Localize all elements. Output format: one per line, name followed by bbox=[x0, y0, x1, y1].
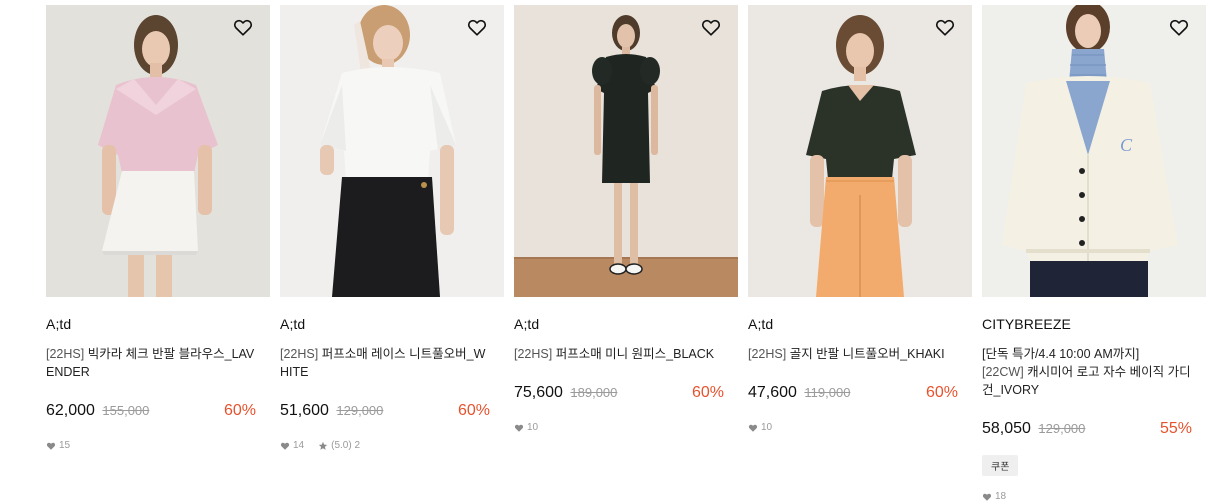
star-icon bbox=[318, 441, 328, 450]
rating-text: (5.0) 2 bbox=[331, 440, 361, 451]
sale-price: 62,000 bbox=[46, 402, 95, 419]
promo-line: [단독 특가/4.4 10:00 AM까지] bbox=[982, 347, 1140, 361]
likes-count: 10 bbox=[761, 422, 773, 433]
sale-price: 58,050 bbox=[982, 420, 1031, 437]
brand-name[interactable]: A;td bbox=[748, 316, 773, 332]
sale-price: 51,600 bbox=[280, 402, 329, 419]
likes-meta: 18 bbox=[982, 491, 1006, 502]
price-row: 58,050 129,000 55% bbox=[982, 420, 1192, 440]
title-text: 퍼프소매 미니 원피스_BLACK bbox=[555, 347, 715, 361]
likes-meta: 15 bbox=[46, 440, 70, 451]
title-prefix: [22CW] bbox=[982, 365, 1024, 379]
svg-text:C: C bbox=[1120, 135, 1133, 155]
product-card[interactable]: A;td [22HS] 퍼프소매 미니 원피스_BLACK 75,600 189… bbox=[514, 5, 738, 433]
product-image[interactable] bbox=[748, 5, 972, 297]
wishlist-heart-icon[interactable] bbox=[232, 16, 254, 38]
price-row: 62,000 155,000 60% bbox=[46, 402, 256, 422]
wishlist-heart-icon[interactable] bbox=[466, 16, 488, 38]
brand-name[interactable]: A;td bbox=[514, 316, 539, 332]
product-title[interactable]: [22HS] 퍼프소매 레이스 니트풀오버_WHITE bbox=[280, 345, 494, 381]
product-image[interactable] bbox=[280, 5, 504, 297]
brand-name[interactable]: CITYBREEZE bbox=[982, 316, 1071, 332]
original-price: 129,000 bbox=[1038, 421, 1086, 436]
product-title[interactable]: [22HS] 골지 반팔 니트풀오버_KHAKI bbox=[748, 345, 962, 363]
discount-rate: 55% bbox=[1159, 420, 1192, 437]
likes-rating-meta: 14 (5.0) 2 bbox=[280, 440, 360, 451]
product-image[interactable]: C bbox=[982, 5, 1206, 297]
heart-filled-icon bbox=[748, 424, 758, 432]
coupon-badge: 쿠폰 bbox=[982, 455, 1019, 476]
product-title[interactable]: [22HS] 빅카라 체크 반팔 블라우스_LAVENDER bbox=[46, 345, 260, 381]
heart-filled-icon bbox=[514, 424, 524, 432]
likes-count: 18 bbox=[995, 491, 1007, 502]
original-price: 129,000 bbox=[336, 403, 384, 418]
discount-rate: 60% bbox=[925, 384, 958, 401]
discount-rate: 60% bbox=[691, 384, 724, 401]
product-card[interactable]: C CITYBREEZE [단독 특가/4.4 10:00 AM까지] [22C… bbox=[982, 5, 1206, 502]
original-price: 119,000 bbox=[804, 385, 851, 400]
product-card[interactable]: A;td [22HS] 빅카라 체크 반팔 블라우스_LAVENDER 62,0… bbox=[46, 5, 270, 451]
sale-price: 47,600 bbox=[748, 384, 797, 401]
likes-meta: 10 bbox=[748, 422, 772, 433]
wishlist-heart-icon[interactable] bbox=[700, 16, 722, 38]
product-title[interactable]: [22HS] 퍼프소매 미니 원피스_BLACK bbox=[514, 345, 728, 363]
title-prefix: [22HS] bbox=[280, 347, 319, 361]
product-image[interactable] bbox=[46, 5, 270, 297]
title-text: 골지 반팔 니트풀오버_KHAKI bbox=[789, 347, 945, 361]
product-photo-illustration bbox=[46, 5, 270, 297]
price-row: 75,600 189,000 60% bbox=[514, 384, 724, 404]
product-photo-illustration bbox=[514, 5, 738, 297]
product-photo-illustration: C bbox=[982, 5, 1206, 297]
product-card[interactable]: A;td [22HS] 퍼프소매 레이스 니트풀오버_WHITE 51,600 … bbox=[280, 5, 504, 451]
title-prefix: [22HS] bbox=[46, 347, 85, 361]
product-photo-illustration bbox=[748, 5, 972, 297]
product-title[interactable]: [단독 특가/4.4 10:00 AM까지] [22CW] 캐시미어 로고 자수… bbox=[982, 345, 1196, 399]
likes-count: 15 bbox=[59, 440, 71, 451]
product-card[interactable]: A;td [22HS] 골지 반팔 니트풀오버_KHAKI 47,600 119… bbox=[748, 5, 972, 433]
product-photo-illustration bbox=[280, 5, 504, 297]
original-price: 189,000 bbox=[570, 385, 618, 400]
price-row: 47,600 119,000 60% bbox=[748, 384, 958, 404]
discount-rate: 60% bbox=[223, 402, 256, 419]
likes-count: 14 bbox=[293, 440, 305, 451]
wishlist-heart-icon[interactable] bbox=[934, 16, 956, 38]
product-image[interactable] bbox=[514, 5, 738, 297]
heart-filled-icon bbox=[280, 442, 290, 450]
title-prefix: [22HS] bbox=[514, 347, 553, 361]
heart-filled-icon bbox=[46, 442, 56, 450]
price-row: 51,600 129,000 60% bbox=[280, 402, 490, 422]
title-prefix: [22HS] bbox=[748, 347, 787, 361]
discount-rate: 60% bbox=[457, 402, 490, 419]
brand-name[interactable]: A;td bbox=[280, 316, 305, 332]
heart-filled-icon bbox=[982, 493, 992, 501]
original-price: 155,000 bbox=[102, 403, 150, 418]
brand-name[interactable]: A;td bbox=[46, 316, 71, 332]
wishlist-heart-icon[interactable] bbox=[1168, 16, 1190, 38]
likes-meta: 10 bbox=[514, 422, 538, 433]
sale-price: 75,600 bbox=[514, 384, 563, 401]
likes-count: 10 bbox=[527, 422, 539, 433]
